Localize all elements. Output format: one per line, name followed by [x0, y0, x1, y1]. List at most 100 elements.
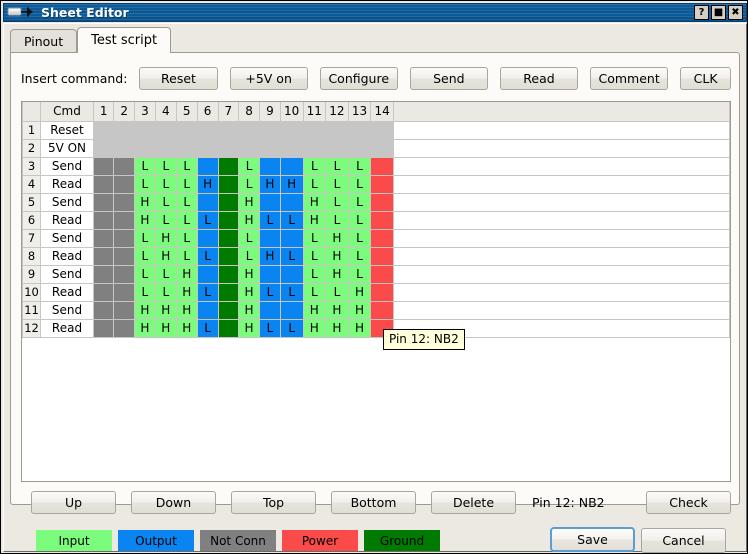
pin-cell[interactable] — [218, 301, 239, 319]
insert-reset-button[interactable]: Reset — [139, 67, 217, 90]
column-header-cmd[interactable]: Cmd — [41, 102, 94, 121]
pin-cell[interactable] — [114, 319, 135, 337]
row-command-cell[interactable]: Send — [41, 229, 94, 247]
pin-cell[interactable] — [218, 265, 239, 283]
pin-cell[interactable]: L — [176, 247, 197, 265]
table-row[interactable]: 4ReadLLLHLHHLLL — [23, 175, 730, 193]
pin-cell[interactable]: H — [326, 229, 349, 247]
pin-cell[interactable] — [197, 265, 218, 283]
pin-cell[interactable] — [114, 175, 135, 193]
pin-cell[interactable]: L — [326, 175, 349, 193]
pin-cell[interactable] — [218, 283, 239, 301]
pin-cell[interactable]: H — [239, 283, 260, 301]
pin-cell[interactable]: H — [303, 301, 326, 319]
pin-cell[interactable]: L — [239, 229, 260, 247]
tab-test-script[interactable]: Test script — [77, 27, 171, 53]
row-number[interactable]: 7 — [23, 229, 41, 247]
pin-cell[interactable]: H — [348, 301, 371, 319]
column-header-pin-10[interactable]: 10 — [280, 102, 303, 121]
pin-cell[interactable] — [303, 121, 326, 139]
table-row[interactable]: 1Reset — [23, 121, 730, 139]
pin-cell[interactable] — [197, 229, 218, 247]
pin-cell[interactable] — [93, 319, 114, 337]
column-header-pin-13[interactable]: 13 — [348, 102, 371, 121]
pin-cell[interactable]: H — [176, 265, 197, 283]
pin-cell[interactable]: L — [197, 211, 218, 229]
pin-cell[interactable] — [280, 157, 303, 175]
pin-cell[interactable]: L — [259, 211, 280, 229]
row-command-cell[interactable]: 5V ON — [41, 139, 94, 157]
row-number[interactable]: 12 — [23, 319, 41, 337]
pin-cell[interactable]: L — [155, 265, 176, 283]
pin-cell[interactable]: H — [155, 301, 176, 319]
pin-cell[interactable] — [218, 319, 239, 337]
pin-cell[interactable]: H — [155, 247, 176, 265]
pin-cell[interactable]: H — [303, 211, 326, 229]
row-number[interactable]: 6 — [23, 211, 41, 229]
pin-cell[interactable] — [259, 121, 280, 139]
pin-cell[interactable] — [259, 193, 280, 211]
pin-cell[interactable]: H — [326, 319, 349, 337]
pin-cell[interactable] — [259, 157, 280, 175]
row-number[interactable]: 10 — [23, 283, 41, 301]
pin-cell[interactable]: H — [348, 283, 371, 301]
pin-cell[interactable] — [326, 139, 349, 157]
pin-cell[interactable] — [218, 211, 239, 229]
pin-cell[interactable]: H — [155, 319, 176, 337]
pin-cell[interactable]: H — [134, 301, 155, 319]
pin-cell[interactable]: L — [176, 193, 197, 211]
pin-cell[interactable] — [218, 139, 239, 157]
pin-cell[interactable] — [218, 121, 239, 139]
pin-cell[interactable]: L — [239, 247, 260, 265]
row-command-cell[interactable]: Read — [41, 247, 94, 265]
pin-cell[interactable]: L — [134, 283, 155, 301]
table-row[interactable]: 8ReadLHLLLHLLHL — [23, 247, 730, 265]
table-row[interactable]: 6ReadHLLLHLLHLL — [23, 211, 730, 229]
table-row[interactable]: 5SendHLLHHLL — [23, 193, 730, 211]
pin-cell[interactable] — [93, 301, 114, 319]
pin-cell[interactable]: L — [197, 283, 218, 301]
pin-cell[interactable]: H — [176, 319, 197, 337]
row-number[interactable]: 2 — [23, 139, 41, 157]
pin-cell[interactable] — [218, 229, 239, 247]
pin-cell[interactable]: L — [303, 265, 326, 283]
pin-cell[interactable]: L — [155, 175, 176, 193]
pin-cell[interactable]: H — [259, 175, 280, 193]
pin-cell[interactable]: L — [326, 193, 349, 211]
pin-cell[interactable] — [280, 121, 303, 139]
pin-cell[interactable]: L — [134, 157, 155, 175]
pin-cell[interactable]: L — [155, 283, 176, 301]
pin-cell[interactable]: H — [134, 211, 155, 229]
pin-cell[interactable] — [259, 301, 280, 319]
pin-cell[interactable]: H — [134, 319, 155, 337]
pin-cell[interactable]: L — [134, 265, 155, 283]
column-header-pin-9[interactable]: 9 — [259, 102, 280, 121]
close-button[interactable]: ✖ — [728, 5, 743, 20]
pin-cell[interactable]: H — [303, 193, 326, 211]
pin-cell[interactable] — [371, 229, 394, 247]
pin-cell[interactable] — [239, 121, 260, 139]
pin-cell[interactable]: L — [155, 157, 176, 175]
pin-cell[interactable] — [303, 139, 326, 157]
row-number[interactable]: 4 — [23, 175, 41, 193]
pin-cell[interactable] — [93, 193, 114, 211]
pin-cell[interactable] — [326, 121, 349, 139]
pin-cell[interactable] — [114, 301, 135, 319]
pin-cell[interactable]: L — [303, 247, 326, 265]
insert-send-button[interactable]: Send — [410, 67, 488, 90]
pin-cell[interactable] — [197, 121, 218, 139]
column-header-pin-1[interactable]: 1 — [93, 102, 114, 121]
pin-cell[interactable]: L — [303, 175, 326, 193]
column-header-pin-7[interactable]: 7 — [218, 102, 239, 121]
row-command-cell[interactable]: Send — [41, 193, 94, 211]
column-header-pin-2[interactable]: 2 — [114, 102, 135, 121]
pin-cell[interactable]: H — [176, 301, 197, 319]
column-header-pin-8[interactable]: 8 — [239, 102, 260, 121]
pin-cell[interactable] — [93, 265, 114, 283]
pin-cell[interactable] — [348, 121, 371, 139]
table-row[interactable]: 11SendHHHHHHH — [23, 301, 730, 319]
title-bar[interactable]: Sheet Editor ? ■ ✖ — [3, 3, 747, 22]
pin-cell[interactable] — [197, 139, 218, 157]
pin-cell[interactable] — [371, 211, 394, 229]
column-header-pin-4[interactable]: 4 — [155, 102, 176, 121]
